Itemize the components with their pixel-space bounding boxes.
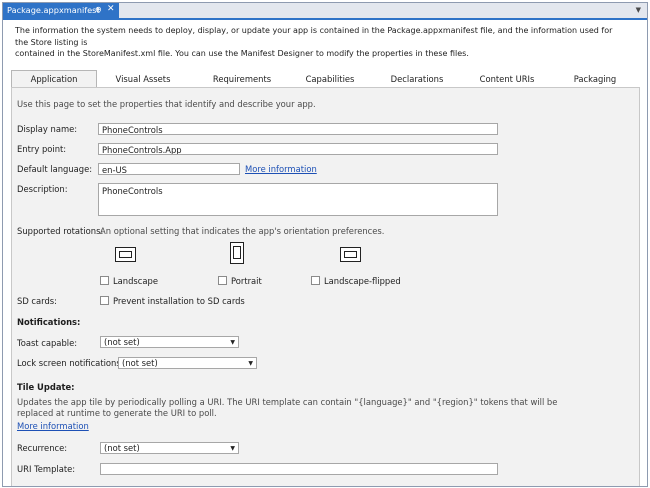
uri-template-input[interactable]: [100, 463, 498, 475]
pin-icon[interactable]: ⊕: [95, 5, 102, 14]
notifications-heading: Notifications:: [17, 317, 81, 327]
landscape-icon: [115, 247, 136, 262]
toast-capable-dropdown[interactable]: (not set) ▼: [100, 336, 239, 348]
default-language-input[interactable]: en-US: [98, 163, 240, 175]
uri-template-label: URI Template:: [17, 464, 76, 474]
landscape-flipped-icon: [340, 247, 361, 262]
close-icon[interactable]: ✕: [107, 4, 115, 14]
toast-capable-value: (not set): [104, 337, 140, 347]
tab-capabilities[interactable]: Capabilities: [294, 72, 366, 86]
document-tab-title: Package.appxmanifest: [7, 5, 100, 15]
recurrence-label: Recurrence:: [17, 443, 68, 453]
default-language-label: Default language:: [17, 164, 93, 174]
description-label: Description:: [17, 184, 68, 194]
display-name-input[interactable]: PhoneControls: [98, 123, 498, 135]
sd-cards-label: SD cards:: [17, 296, 57, 306]
chevron-down-icon[interactable]: ▼: [636, 6, 641, 14]
document-tab-bar: Package.appxmanifest ⊕ ✕ ▼: [3, 3, 647, 20]
portrait-checkbox-label: Portrait: [231, 276, 262, 286]
tab-declarations[interactable]: Declarations: [381, 72, 453, 86]
landscape-checkbox-label: Landscape: [113, 276, 158, 286]
intro-line-2: contained in the StoreManifest.xml file.…: [15, 49, 469, 58]
display-name-label: Display name:: [17, 124, 78, 134]
chevron-down-icon: ▼: [248, 360, 253, 367]
application-panel: Use this page to set the properties that…: [11, 87, 640, 486]
intro-text: The information the system needs to depl…: [15, 25, 615, 60]
supported-rotations-hint: An optional setting that indicates the a…: [100, 226, 385, 236]
intro-line-1: The information the system needs to depl…: [15, 26, 613, 47]
tab-visual-assets[interactable]: Visual Assets: [107, 72, 179, 86]
tab-packaging[interactable]: Packaging: [559, 72, 631, 86]
panel-description: Use this page to set the properties that…: [17, 99, 316, 109]
chevron-down-icon: ▼: [230, 339, 235, 346]
recurrence-value: (not set): [104, 443, 140, 453]
lock-screen-notifications-value: (not set): [122, 358, 158, 368]
prevent-sd-install-checkbox[interactable]: [100, 296, 109, 305]
tab-application[interactable]: Application: [11, 70, 97, 88]
lock-screen-notifications-label: Lock screen notifications:: [17, 358, 124, 368]
lock-screen-notifications-dropdown[interactable]: (not set) ▼: [118, 357, 257, 369]
tile-update-heading: Tile Update:: [17, 382, 75, 392]
designer-tab-bar: Application Visual Assets Requirements C…: [11, 70, 638, 88]
landscape-flipped-checkbox[interactable]: [311, 276, 320, 285]
entry-point-label: Entry point:: [17, 144, 67, 154]
tab-content-uris[interactable]: Content URIs: [471, 72, 543, 86]
tab-requirements[interactable]: Requirements: [206, 72, 278, 86]
manifest-designer-window: Package.appxmanifest ⊕ ✕ ▼ The informati…: [2, 2, 648, 487]
recurrence-dropdown[interactable]: (not set) ▼: [100, 442, 239, 454]
supported-rotations-label: Supported rotations:: [17, 226, 104, 236]
tile-update-more-info-link[interactable]: More information: [17, 421, 89, 431]
landscape-flipped-checkbox-label: Landscape-flipped: [324, 276, 401, 286]
landscape-checkbox[interactable]: [100, 276, 109, 285]
document-tab-package-appxmanifest[interactable]: Package.appxmanifest ⊕ ✕: [3, 3, 119, 18]
portrait-checkbox[interactable]: [218, 276, 227, 285]
tile-update-desc-line-2: replaced at runtime to generate the URI …: [17, 408, 217, 418]
tile-update-desc-line-1: Updates the app tile by periodically pol…: [17, 397, 558, 407]
toast-capable-label: Toast capable:: [17, 338, 78, 348]
prevent-sd-install-label: Prevent installation to SD cards: [113, 296, 245, 306]
chevron-down-icon: ▼: [230, 445, 235, 452]
default-language-more-info-link[interactable]: More information: [245, 164, 317, 174]
portrait-icon: [230, 242, 244, 264]
entry-point-input[interactable]: PhoneControls.App: [98, 143, 498, 155]
description-textarea[interactable]: PhoneControls: [98, 183, 498, 216]
